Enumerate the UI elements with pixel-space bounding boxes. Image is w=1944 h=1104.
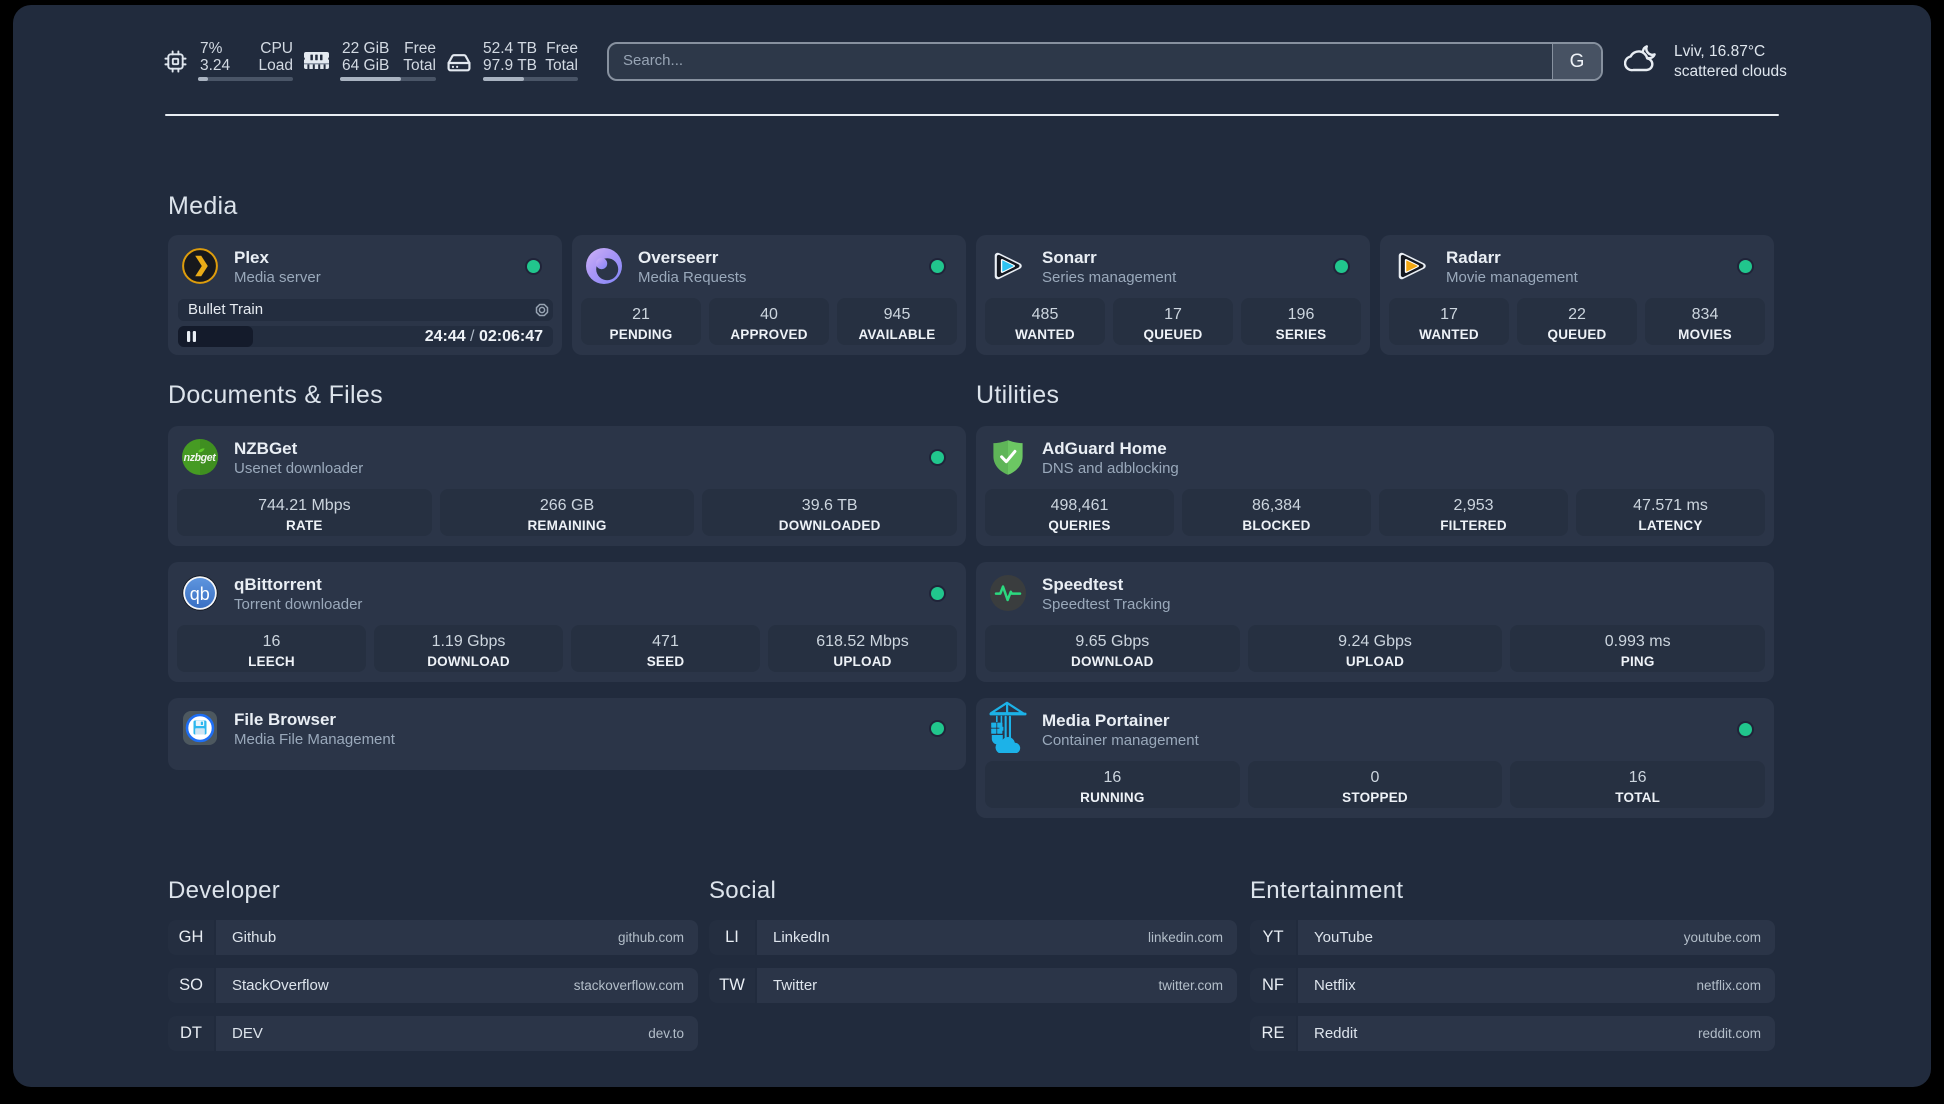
svg-text:qb: qb: [190, 584, 210, 604]
svg-text:nzbget: nzbget: [184, 452, 217, 464]
